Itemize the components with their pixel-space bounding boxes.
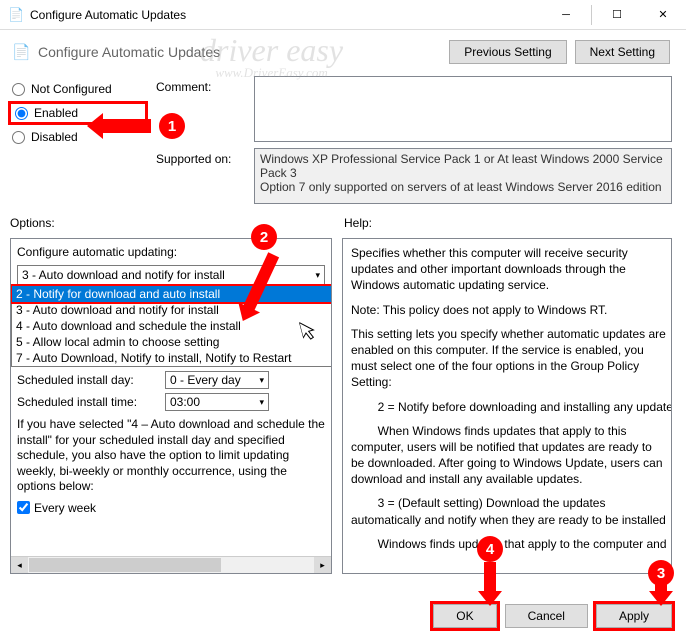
next-setting-button[interactable]: Next Setting	[575, 40, 670, 64]
divider	[591, 5, 592, 25]
annotation-arrow-1	[101, 119, 151, 133]
state-radios: Not Configured Enabled Disabled	[10, 76, 146, 204]
config-area: Not Configured Enabled Disabled Comment:…	[0, 70, 686, 208]
dropdown-item-7[interactable]: 7 - Auto Download, Notify to install, No…	[12, 350, 331, 366]
radio-enabled[interactable]: Enabled	[13, 106, 121, 120]
supported-label: Supported on:	[156, 148, 246, 204]
help-p5: When Windows finds updates that apply to…	[351, 423, 667, 488]
help-p4: 2 = Notify before downloading and instal…	[351, 399, 667, 415]
cancel-button[interactable]: Cancel	[505, 604, 588, 628]
footer: OK Cancel Apply	[433, 604, 672, 628]
horizontal-scrollbar[interactable]: ◂ ▸	[11, 556, 331, 573]
scheduled-time-label: Scheduled install time:	[17, 395, 157, 409]
options-panel: Configure automatic updating: 3 - Auto d…	[10, 238, 332, 574]
annotation-badge-4: 4	[477, 536, 503, 562]
window-controls: ─ ☐ ✕	[543, 0, 686, 30]
select-value: 0 - Every day	[170, 373, 241, 387]
scheduled-time-select[interactable]: 03:00 ▾	[165, 393, 269, 411]
minimize-button[interactable]: ─	[543, 0, 589, 30]
select-value: 03:00	[170, 395, 200, 409]
scroll-left-icon[interactable]: ◂	[11, 557, 28, 573]
close-button[interactable]: ✕	[640, 0, 686, 30]
ok-button[interactable]: OK	[433, 604, 496, 628]
dropdown-list[interactable]: 2 - Notify for download and auto install…	[11, 285, 331, 367]
scheduled-day-select[interactable]: 0 - Every day ▾	[165, 371, 269, 389]
dropdown-item-2[interactable]: 2 - Notify for download and auto install	[11, 284, 331, 304]
dropdown-item-5[interactable]: 5 - Allow local admin to choose setting	[12, 334, 331, 350]
dropdown-item-4[interactable]: 4 - Auto download and schedule the insta…	[12, 318, 331, 334]
maximize-button[interactable]: ☐	[594, 0, 640, 30]
scheduled-day-label: Scheduled install day:	[17, 373, 157, 387]
every-week-checkbox[interactable]: Every week	[17, 501, 325, 515]
scroll-thumb[interactable]	[29, 558, 221, 572]
radio-label: Enabled	[34, 106, 78, 120]
chevron-down-icon: ▾	[315, 270, 320, 281]
dropdown-item-3[interactable]: 3 - Auto download and notify for install	[12, 302, 331, 318]
configure-updating-dropdown[interactable]: 3 - Auto download and notify for install…	[17, 265, 325, 285]
radio-input[interactable]	[15, 107, 28, 120]
help-panel[interactable]: Specifies whether this computer will rec…	[342, 238, 672, 574]
radio-not-configured[interactable]: Not Configured	[10, 82, 146, 96]
apply-button[interactable]: Apply	[596, 604, 672, 628]
help-p6: 3 = (Default setting) Download the updat…	[351, 495, 667, 527]
help-p1: Specifies whether this computer will rec…	[351, 245, 667, 294]
checkbox-input[interactable]	[17, 501, 30, 514]
titlebar: 📄 Configure Automatic Updates ─ ☐ ✕	[0, 0, 686, 30]
page-title: Configure Automatic Updates	[38, 44, 220, 60]
schedule-description: If you have selected "4 – Auto download …	[17, 417, 325, 495]
previous-setting-button[interactable]: Previous Setting	[449, 40, 566, 64]
help-p3: This setting lets you specify whether au…	[351, 326, 667, 391]
annotation-badge-3: 3	[648, 560, 674, 586]
annotation-arrow-4	[484, 562, 496, 592]
annotation-badge-2: 2	[251, 224, 277, 250]
help-p7: Windows finds updates that apply to the …	[351, 536, 667, 552]
help-heading: Help:	[344, 216, 672, 230]
checkbox-label: Every week	[34, 501, 96, 515]
radio-label: Not Configured	[31, 82, 112, 96]
window-title: Configure Automatic Updates	[30, 8, 543, 22]
scroll-right-icon[interactable]: ▸	[314, 557, 331, 573]
window-icon: 📄	[8, 7, 24, 23]
radio-input[interactable]	[12, 131, 25, 144]
options-heading: Options:	[10, 216, 330, 230]
dropdown-value: 3 - Auto download and notify for install	[22, 268, 225, 282]
chevron-down-icon: ▾	[259, 397, 264, 408]
chevron-down-icon: ▾	[259, 375, 264, 386]
help-p2: Note: This policy does not apply to Wind…	[351, 302, 667, 318]
supported-text: Windows XP Professional Service Pack 1 o…	[254, 148, 672, 204]
radio-label: Disabled	[31, 130, 78, 144]
comment-textarea[interactable]	[254, 76, 672, 142]
header: 📄 Configure Automatic Updates Previous S…	[0, 30, 686, 70]
radio-input[interactable]	[12, 83, 25, 96]
app-icon: 📄	[12, 43, 30, 61]
annotation-badge-1: 1	[159, 113, 185, 139]
